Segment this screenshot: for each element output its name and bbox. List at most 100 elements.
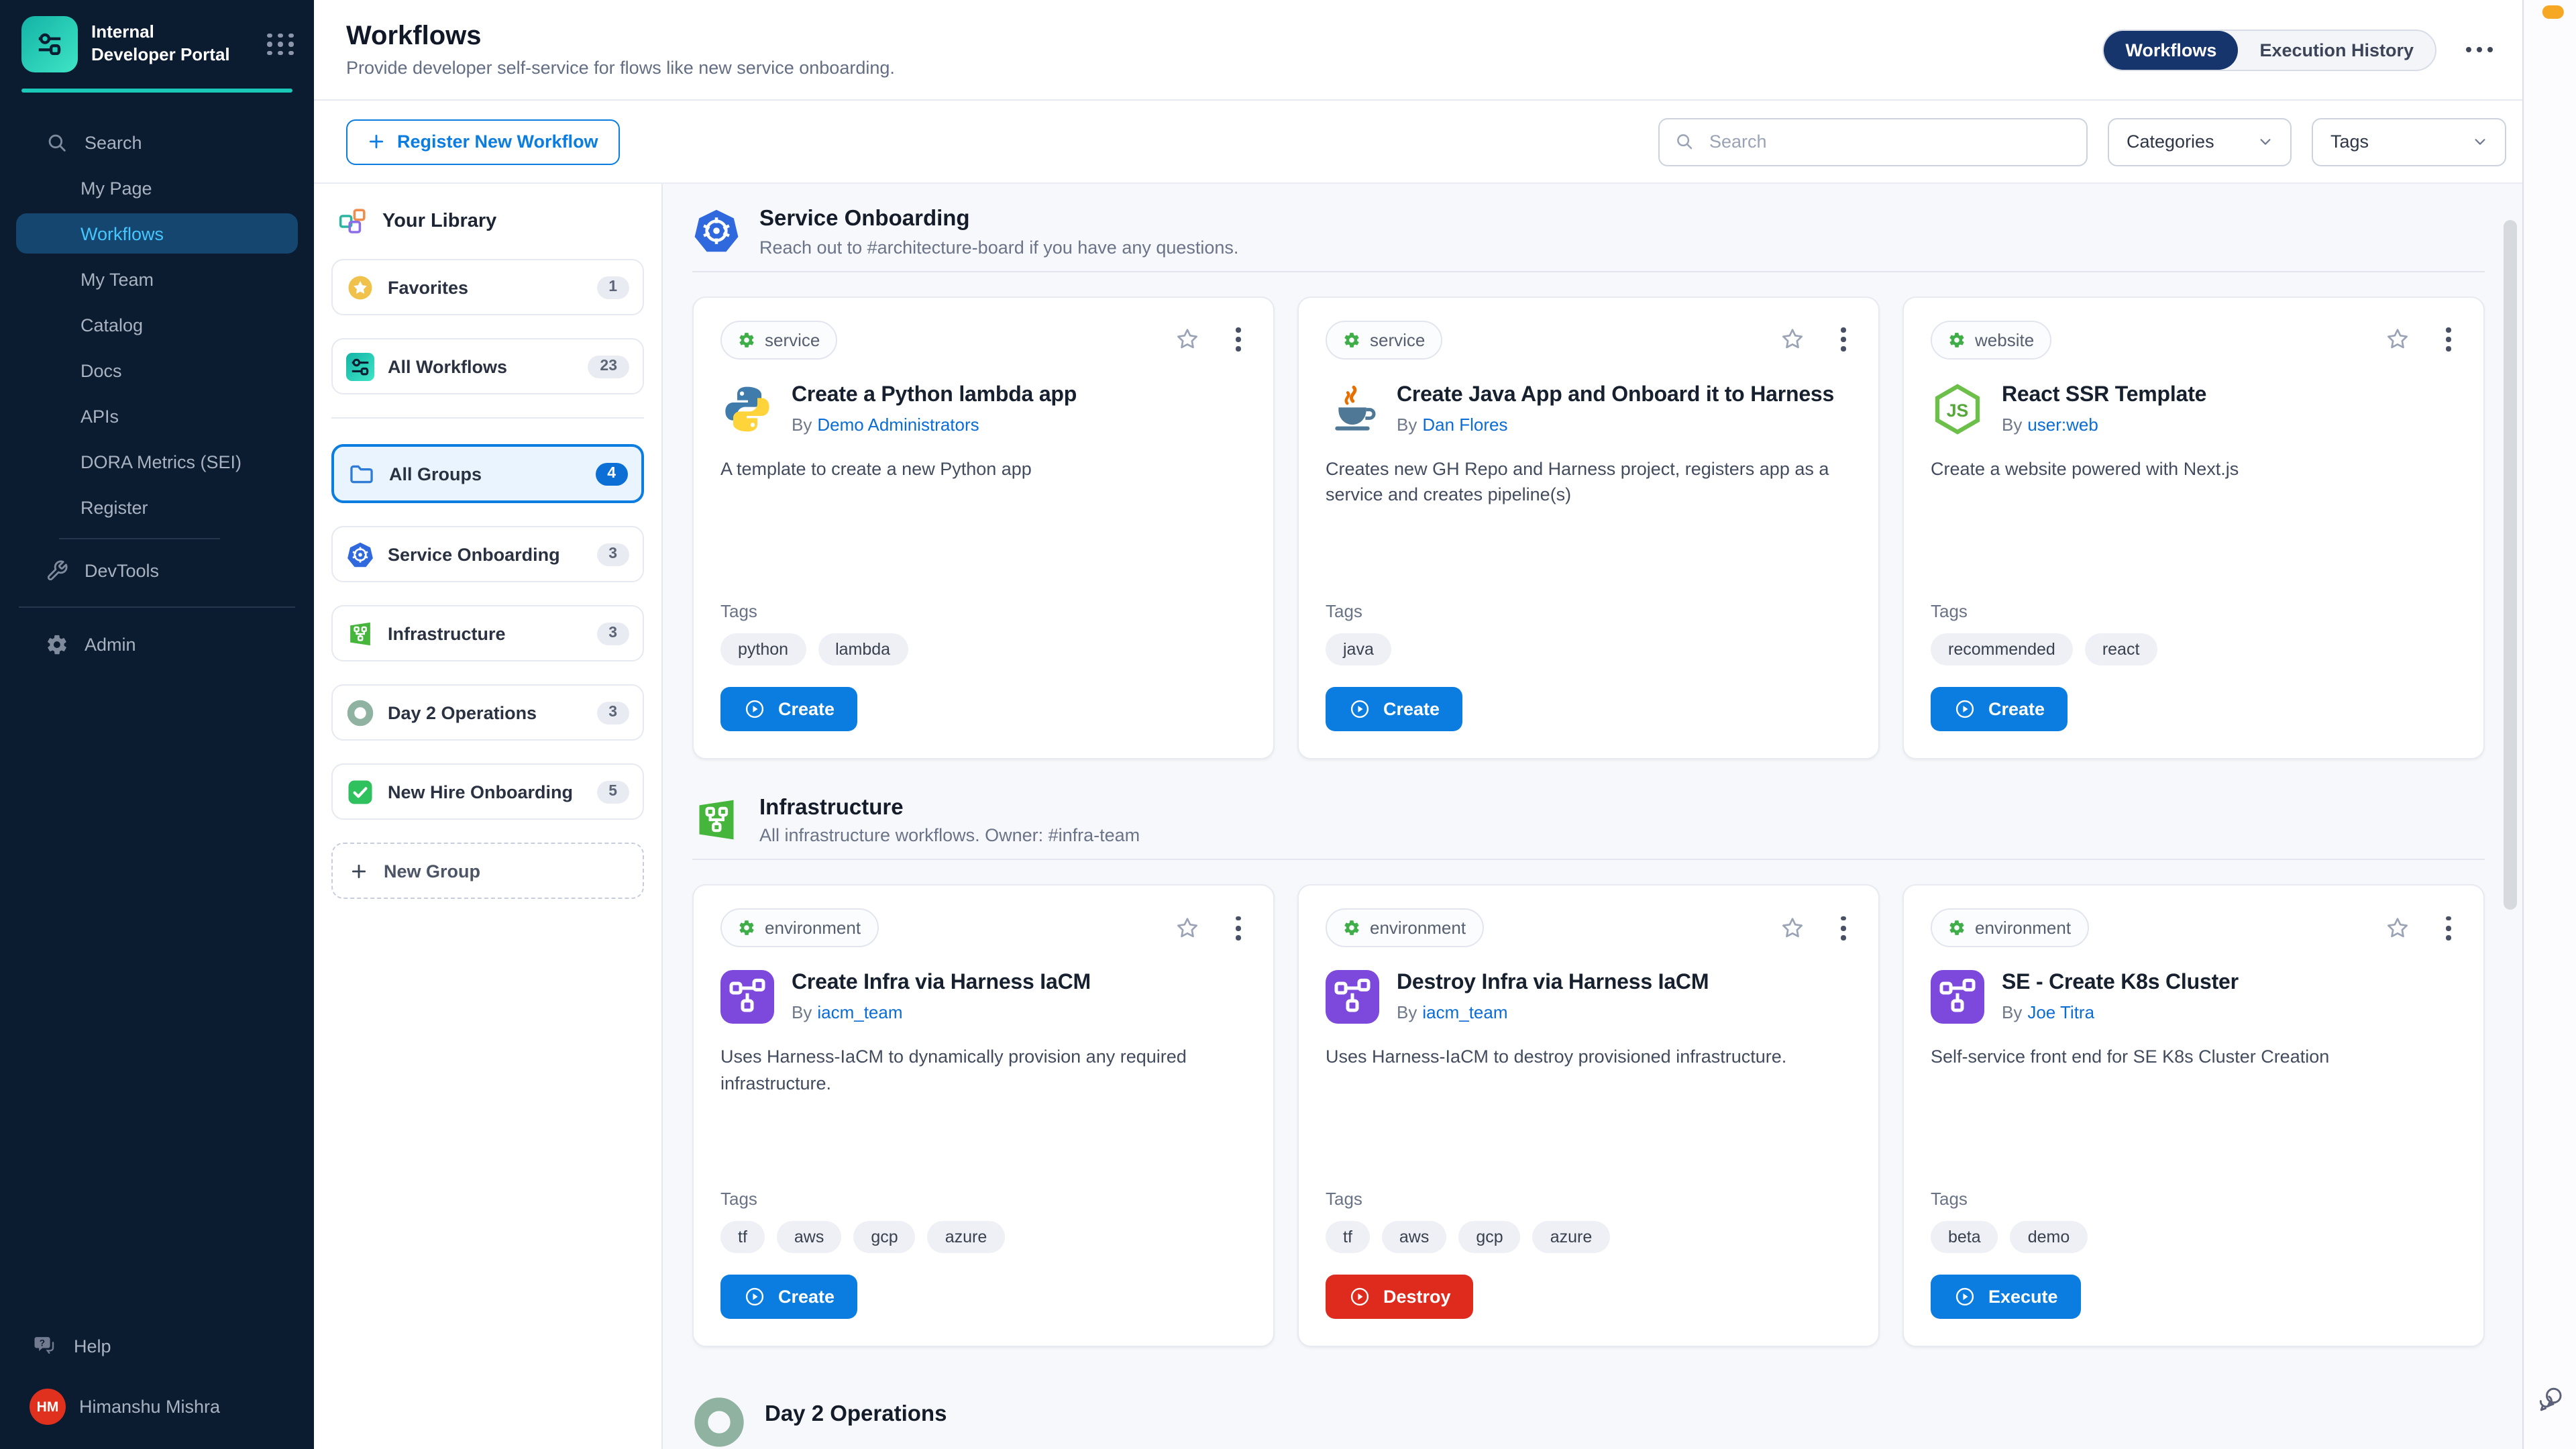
gear-icon bbox=[738, 920, 755, 937]
count-badge: 4 bbox=[595, 462, 628, 485]
tag-pill[interactable]: azure bbox=[1533, 1222, 1610, 1254]
tag-pill[interactable]: react bbox=[2085, 633, 2157, 665]
card-overflow-menu-icon[interactable] bbox=[2441, 325, 2457, 354]
tag-pill[interactable]: aws bbox=[777, 1222, 841, 1254]
tag-pill[interactable]: beta bbox=[1931, 1222, 1998, 1254]
svg-text:?: ? bbox=[40, 1338, 45, 1348]
tag-pill[interactable]: aws bbox=[1382, 1222, 1446, 1254]
author-link[interactable]: user:web bbox=[2027, 415, 2098, 435]
tag-pill[interactable]: java bbox=[1326, 633, 1391, 665]
page-header: Workflows Provide developer self-service… bbox=[314, 0, 2522, 101]
sidebar-item-devtools[interactable]: DevTools bbox=[16, 550, 298, 590]
sidebar-item-search[interactable]: Search bbox=[16, 122, 298, 162]
card-actions bbox=[1780, 914, 1851, 943]
library-item-service-onboarding[interactable]: Service Onboarding3 bbox=[331, 526, 644, 582]
tab-execution-history[interactable]: Execution History bbox=[2238, 30, 2435, 69]
tags-label: Tags bbox=[1326, 1189, 1851, 1210]
sidebar-item-label: Register bbox=[80, 497, 148, 517]
card-top: environment bbox=[720, 909, 1246, 948]
sidebar-item-workflows[interactable]: Workflows bbox=[16, 213, 298, 254]
card-overflow-menu-icon[interactable] bbox=[2441, 914, 2457, 943]
library-item-all-groups[interactable]: All Groups4 bbox=[331, 444, 644, 503]
library-item-new-hire-onboarding[interactable]: New Hire Onboarding5 bbox=[331, 763, 644, 820]
create-button[interactable]: Create bbox=[720, 686, 857, 731]
sidebar-item-admin[interactable]: Admin bbox=[16, 624, 298, 664]
author-link[interactable]: Joe Titra bbox=[2027, 1003, 2094, 1023]
tag-pill[interactable]: demo bbox=[2010, 1222, 2088, 1254]
author-link[interactable]: Demo Administrators bbox=[817, 415, 979, 435]
search-input[interactable] bbox=[1707, 130, 2072, 153]
library-item-label: Infrastructure bbox=[388, 623, 506, 643]
favorite-star-icon[interactable] bbox=[2385, 326, 2412, 353]
card-byline: Byiacm_team bbox=[792, 1003, 1091, 1023]
create-button[interactable]: Create bbox=[1931, 686, 2068, 731]
search-icon bbox=[46, 131, 68, 154]
create-button[interactable]: Create bbox=[1326, 686, 1462, 731]
favorite-star-icon[interactable] bbox=[1175, 326, 1201, 353]
gear-icon bbox=[1343, 331, 1360, 348]
scrollbar-thumb[interactable] bbox=[2504, 220, 2517, 910]
library-item-all-workflows[interactable]: All Workflows23 bbox=[331, 338, 644, 394]
destroy-button[interactable]: Destroy bbox=[1326, 1275, 1474, 1320]
notification-dot bbox=[2542, 5, 2563, 19]
sidebar-item-my-page[interactable]: My Page bbox=[16, 168, 298, 208]
tag-pill[interactable]: recommended bbox=[1931, 633, 2073, 665]
chat-support-icon[interactable] bbox=[2535, 1385, 2565, 1414]
author-link[interactable]: iacm_team bbox=[817, 1003, 902, 1023]
author-link[interactable]: iacm_team bbox=[1422, 1003, 1507, 1023]
apps-grid-icon[interactable] bbox=[267, 33, 295, 56]
execute-button[interactable]: Execute bbox=[1931, 1275, 2081, 1320]
sidebar-item-docs[interactable]: Docs bbox=[16, 350, 298, 390]
sidebar-item-help[interactable]: ? Help bbox=[0, 1323, 314, 1370]
favorite-star-icon[interactable] bbox=[1780, 915, 1807, 942]
tag-pill[interactable]: lambda bbox=[818, 633, 908, 665]
sidebar-item-apis[interactable]: APIs bbox=[16, 396, 298, 436]
tag-pill[interactable]: tf bbox=[1326, 1222, 1370, 1254]
card-top: service bbox=[720, 320, 1246, 359]
tag-pill[interactable]: gcp bbox=[853, 1222, 915, 1254]
tab-workflows[interactable]: Workflows bbox=[2104, 30, 2238, 69]
plus-icon bbox=[368, 133, 385, 150]
tag-pill[interactable]: python bbox=[720, 633, 806, 665]
new-group-button[interactable]: New Group bbox=[331, 843, 644, 899]
card-overflow-menu-icon[interactable] bbox=[1836, 914, 1851, 943]
tags-dropdown[interactable]: Tags bbox=[2312, 117, 2506, 166]
sidebar-item-my-team[interactable]: My Team bbox=[16, 259, 298, 299]
group-header-infrastructure: InfrastructureAll infrastructure workflo… bbox=[692, 794, 2485, 845]
node-icon: JS bbox=[1931, 382, 1984, 435]
author-link[interactable]: Dan Flores bbox=[1422, 415, 1507, 435]
type-chip-label: website bbox=[1975, 329, 2034, 350]
tag-pill[interactable]: azure bbox=[928, 1222, 1005, 1254]
tag-pill[interactable]: gcp bbox=[1458, 1222, 1520, 1254]
sidebar-item-register[interactable]: Register bbox=[16, 487, 298, 527]
favorite-star-icon[interactable] bbox=[1780, 326, 1807, 353]
header-overflow-menu-icon[interactable] bbox=[2463, 39, 2496, 60]
tags-dropdown-label: Tags bbox=[2330, 131, 2369, 152]
sidebar-item-catalog[interactable]: Catalog bbox=[16, 305, 298, 345]
card-actions bbox=[1175, 914, 1246, 943]
register-new-workflow-button[interactable]: Register New Workflow bbox=[346, 119, 620, 164]
favorite-star-icon[interactable] bbox=[2385, 915, 2412, 942]
card-overflow-menu-icon[interactable] bbox=[1231, 914, 1246, 943]
categories-dropdown[interactable]: Categories bbox=[2108, 117, 2292, 166]
tag-pill[interactable]: tf bbox=[720, 1222, 765, 1254]
card-overflow-menu-icon[interactable] bbox=[1836, 325, 1851, 354]
action-label: Create bbox=[1383, 698, 1440, 718]
library-item-day-2-operations[interactable]: Day 2 Operations3 bbox=[331, 684, 644, 741]
create-button[interactable]: Create bbox=[720, 1275, 857, 1320]
by-label: By bbox=[792, 1003, 812, 1023]
card-bottom: TagsrecommendedreactCreate bbox=[1931, 600, 2457, 731]
card-bottom: TagsjavaCreate bbox=[1326, 600, 1851, 731]
group-divider bbox=[692, 270, 2485, 272]
user-menu[interactable]: HM Himanshu Mishra bbox=[0, 1370, 314, 1449]
workflow-search-box bbox=[1658, 117, 2088, 166]
workflow-card-se-create-k8s-cluster: environmentSE - Create K8s ClusterByJoe … bbox=[1902, 885, 2485, 1348]
card-overflow-menu-icon[interactable] bbox=[1231, 325, 1246, 354]
library-item-infrastructure[interactable]: Infrastructure3 bbox=[331, 605, 644, 661]
favorite-star-icon[interactable] bbox=[1175, 915, 1201, 942]
page-title: Workflows bbox=[346, 21, 895, 52]
sidebar-item-dora-metrics-sei[interactable]: DORA Metrics (SEI) bbox=[16, 441, 298, 482]
group-header-text: InfrastructureAll infrastructure workflo… bbox=[759, 794, 1140, 845]
library-item-favorites[interactable]: Favorites1 bbox=[331, 259, 644, 315]
card-actions bbox=[1175, 325, 1246, 354]
